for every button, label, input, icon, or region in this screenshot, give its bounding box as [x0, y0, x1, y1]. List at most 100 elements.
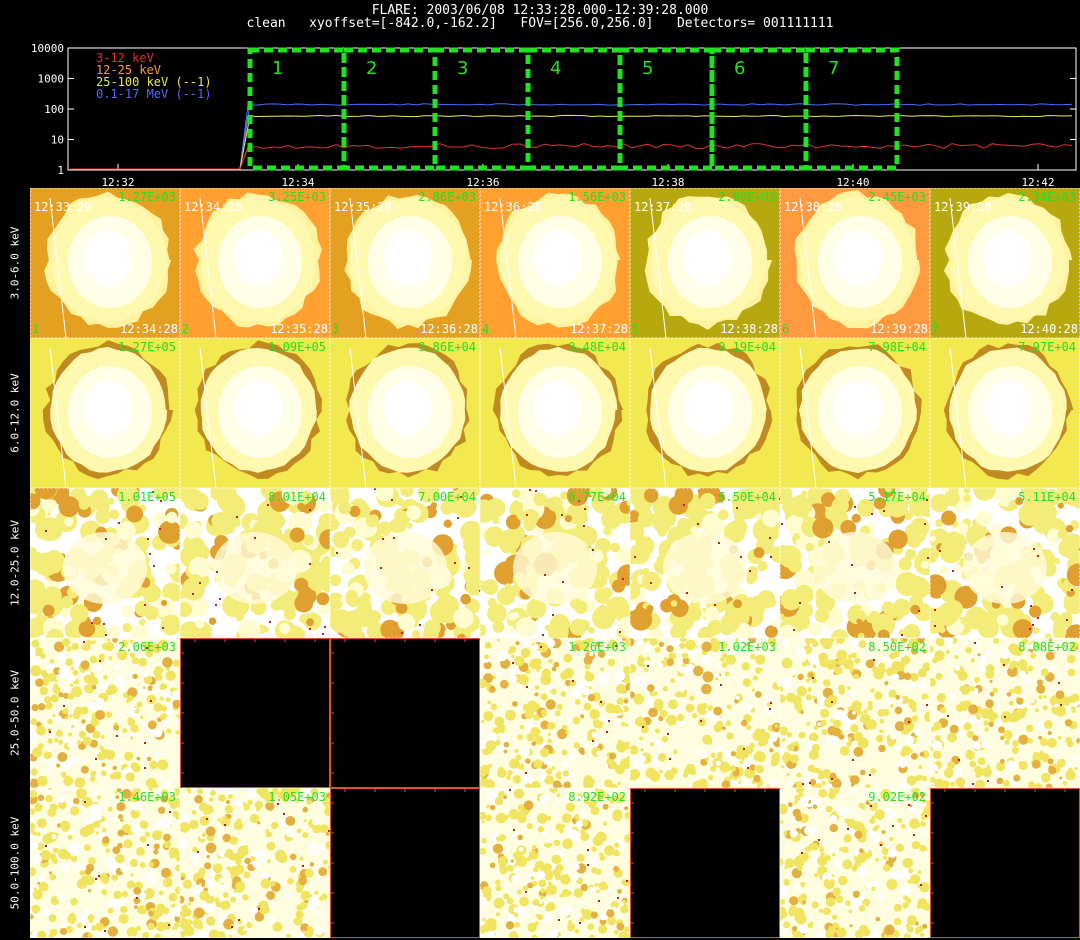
noise-speck — [270, 821, 279, 830]
speckle — [921, 560, 930, 569]
time-interval-box[interactable] — [709, 47, 809, 171]
image-panel[interactable]: 1.26E+03 — [480, 638, 630, 788]
image-panel[interactable]: 1.01E+05 — [30, 488, 180, 638]
image-panel[interactable]: 5.17E+04 — [780, 488, 930, 638]
image-panel[interactable]: 2.34E+03 12:39:28 7 12:40:28 — [930, 188, 1080, 338]
time-interval-box[interactable] — [247, 47, 347, 171]
time-interval-box[interactable] — [432, 47, 531, 171]
image-panel[interactable]: 8.50E+02 — [780, 638, 930, 788]
noise-speck — [837, 658, 844, 666]
noise-speck — [947, 765, 953, 771]
hot-pixel — [529, 489, 531, 491]
image-panel[interactable] — [180, 638, 330, 788]
noise-speck — [148, 861, 154, 868]
noise-speck — [825, 897, 836, 907]
image-panel[interactable]: 9.02E+02 — [780, 788, 930, 938]
noise-speck — [834, 859, 842, 867]
noise-speck — [554, 710, 561, 717]
image-panel[interactable]: 9.19E+04 — [630, 338, 780, 488]
interval-label: 2 — [366, 58, 377, 79]
noise-speck — [73, 862, 83, 872]
image-panel[interactable]: 1.46E+03 — [30, 788, 180, 938]
noise-speck — [565, 843, 570, 847]
noise-speck — [254, 801, 263, 810]
noise-speck — [551, 766, 556, 770]
time-interval-box[interactable] — [803, 47, 900, 171]
speckle — [812, 517, 834, 539]
noise-speck — [1024, 677, 1031, 685]
noise-speck — [534, 727, 538, 731]
image-panel[interactable]: 1.27E+05 — [30, 338, 180, 488]
noise-speck — [902, 902, 909, 909]
noise-speck — [243, 871, 251, 879]
noise-speck — [1028, 781, 1035, 788]
image-panel[interactable]: 1.56E+03 12:36:28 4 12:37:28 — [480, 188, 630, 338]
panel-max-value: 1.01E+05 — [118, 490, 176, 504]
image-panel[interactable]: 6.77E+04 — [480, 488, 630, 638]
noise-speck — [67, 693, 74, 700]
legend-entry: 0.1-17 MeV (--1) — [96, 87, 212, 101]
noise-speck — [853, 746, 864, 757]
noise-speck — [612, 812, 621, 821]
image-panel[interactable]: 5.11E+04 — [930, 488, 1080, 638]
noise-speck — [285, 827, 296, 838]
panel-end-time: 12:34:28 — [120, 322, 178, 336]
image-panel[interactable]: 1.09E+05 — [180, 338, 330, 488]
noise-speck — [607, 916, 616, 926]
image-panel[interactable]: 1.05E+03 — [180, 788, 330, 938]
noise-speck — [820, 721, 826, 727]
image-panel[interactable] — [330, 638, 480, 788]
image-panel[interactable]: 8.08E+02 — [930, 638, 1080, 788]
noise-speck — [573, 742, 580, 749]
image-panel[interactable]: 1.02E+03 — [630, 638, 780, 788]
image-panel[interactable]: 2.86E+03 12:35:28 3 12:36:28 — [330, 188, 480, 338]
image-panel[interactable]: 9.48E+04 — [480, 338, 630, 488]
image-panel[interactable]: 7.00E+04 — [330, 488, 480, 638]
panel-end-time: 12:40:28 — [1020, 322, 1078, 336]
image-panel[interactable]: 8.01E+04 — [180, 488, 330, 638]
noise-speck — [1043, 695, 1047, 699]
noise-speck — [686, 664, 691, 668]
image-panel[interactable]: 2.45E+03 12:38:28 6 12:39:28 — [780, 188, 930, 338]
image-panel[interactable]: 3.25E+03 12:34:28 2 12:35:28 — [180, 188, 330, 338]
noise-speck — [863, 721, 868, 725]
time-interval-box[interactable] — [525, 47, 623, 171]
noise-speck — [47, 757, 57, 767]
image-panel[interactable]: 7.98E+04 — [780, 338, 930, 488]
noise-speck — [545, 699, 556, 710]
time-interval-box[interactable] — [617, 47, 715, 171]
image-panel[interactable]: 7.97E+04 — [930, 338, 1080, 488]
hot-pixel — [934, 625, 936, 627]
image-panel[interactable] — [630, 788, 780, 938]
noise-speck — [70, 675, 77, 681]
noise-speck — [969, 760, 977, 768]
noise-speck — [896, 744, 902, 751]
noise-speck — [599, 912, 608, 921]
image-panel[interactable]: 6.50E+04 — [630, 488, 780, 638]
noise-speck — [147, 922, 155, 930]
hot-pixel — [45, 845, 47, 847]
noise-speck — [781, 837, 785, 841]
noise-speck — [583, 775, 594, 785]
noise-speck — [819, 845, 824, 850]
speckle — [610, 542, 620, 553]
time-interval-box[interactable] — [341, 47, 438, 171]
noise-speck — [616, 683, 627, 694]
image-panel[interactable]: 8.92E+02 — [480, 788, 630, 938]
noise-speck — [95, 922, 104, 932]
speckle — [188, 574, 202, 588]
image-panel[interactable]: 9.86E+04 — [330, 338, 480, 488]
noise-speck — [247, 790, 257, 799]
image-panel[interactable] — [330, 788, 480, 938]
noise-speck — [287, 877, 294, 885]
noise-speck — [65, 658, 74, 666]
image-panel[interactable]: 1.27E+03 12:33:28 1 12:34:28 — [30, 188, 180, 338]
image-panel[interactable] — [930, 788, 1080, 938]
noise-speck — [724, 671, 730, 677]
light-curve-plot[interactable]: 10000100010010112:32 12:34 12:36 12:38 12:40… — [0, 38, 1080, 188]
noise-speck — [924, 847, 928, 852]
image-panel[interactable]: 2.98E+03 12:37:28 5 12:38:28 — [630, 188, 780, 338]
image-panel[interactable]: 2.06E+03 — [30, 638, 180, 788]
series-0.1-17MeV — [70, 103, 1073, 170]
speckle — [503, 530, 521, 548]
